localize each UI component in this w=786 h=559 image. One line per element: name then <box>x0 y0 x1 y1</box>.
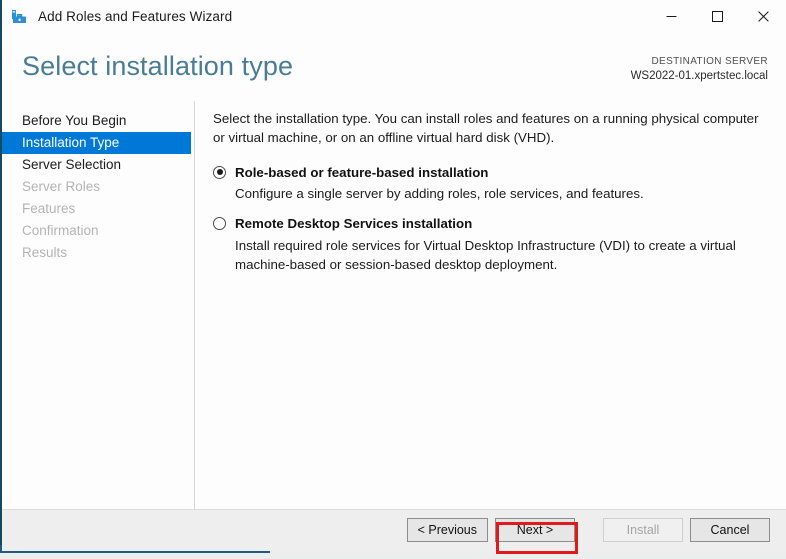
next-button[interactable]: Next > <box>495 518 575 542</box>
footer-button-row: < Previous Next > Install Cancel <box>406 518 770 542</box>
server-manager-toolbox-icon <box>10 7 30 27</box>
sidebar-item-before-you-begin[interactable]: Before You Begin <box>2 110 191 132</box>
sidebar-item-confirmation: Confirmation <box>22 223 99 238</box>
title-bar[interactable]: Add Roles and Features Wizard <box>2 0 786 33</box>
option-description-remote-desktop-services-installation: Install required role services for Virtu… <box>235 237 736 272</box>
option-role-based-installation[interactable]: Role-based or feature-based installation… <box>213 164 770 204</box>
wizard-body: Before You Begin Installation Type Serve… <box>2 101 786 510</box>
wizard-header: Select installation type DESTINATION SER… <box>2 33 786 101</box>
previous-button[interactable]: < Previous <box>406 518 488 542</box>
window-title: Add Roles and Features Wizard <box>38 9 233 24</box>
option-remote-desktop-services-installation[interactable]: Remote Desktop Services installation Ins… <box>213 215 770 274</box>
destination-server-label: DESTINATION SERVER <box>651 56 768 67</box>
option-label-role-based-installation[interactable]: Role-based or feature-based installation <box>235 164 488 181</box>
sidebar-item-server-roles: Server Roles <box>22 179 101 194</box>
wizard-step-navigation: Before You Begin Installation Type Serve… <box>2 101 195 510</box>
sidebar-item-installation-type[interactable]: Installation Type <box>2 132 191 154</box>
radio-role-based-installation[interactable] <box>213 165 226 179</box>
wizard-main-pane: Select the installation type. You can in… <box>195 101 786 510</box>
close-icon[interactable] <box>740 0 786 33</box>
minimize-icon[interactable] <box>648 0 694 33</box>
desktop-background-strip <box>0 545 786 559</box>
window-controls <box>648 0 786 33</box>
option-description-role-based-installation: Configure a single server by adding role… <box>235 186 644 202</box>
cancel-button[interactable]: Cancel <box>690 518 770 542</box>
maximize-icon[interactable] <box>694 0 740 33</box>
wizard-footer: < Previous Next > Install Cancel <box>2 509 786 551</box>
option-label-remote-desktop-services-installation[interactable]: Remote Desktop Services installation <box>235 215 472 232</box>
destination-server-block: DESTINATION SERVER WS2022-01.xpertstec.l… <box>631 55 768 84</box>
sidebar-item-server-selection[interactable]: Server Selection <box>2 154 191 176</box>
sidebar-item-results: Results <box>22 245 68 260</box>
install-button: Install <box>603 518 683 542</box>
destination-server-value: WS2022-01.xpertstec.local <box>630 69 768 82</box>
page-title: Select installation type <box>22 51 294 81</box>
background-window-edge <box>0 551 270 553</box>
radio-remote-desktop-services-installation[interactable] <box>213 217 226 231</box>
intro-text: Select the installation type. You can in… <box>213 111 759 146</box>
background-window-left-edge <box>0 545 2 553</box>
add-roles-and-features-wizard-window: Add Roles and Features Wizard Select ins… <box>0 0 786 551</box>
sidebar-item-features: Features <box>22 201 76 216</box>
